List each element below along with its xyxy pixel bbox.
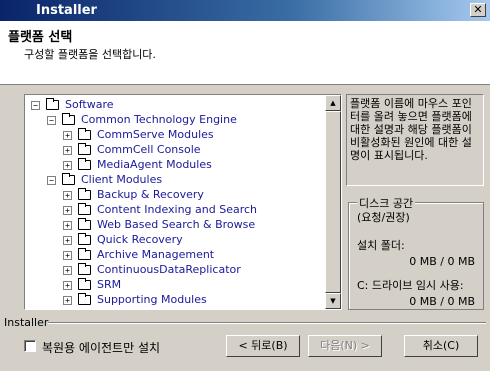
tree-item[interactable]: + MediaAgent Modules bbox=[63, 157, 212, 173]
tree-item[interactable]: + Content Indexing and Search bbox=[63, 202, 257, 218]
disk-ratio-label: (요청/권장) bbox=[357, 211, 410, 224]
collapse-icon[interactable]: − bbox=[47, 175, 56, 185]
footer-brand-label: Installer bbox=[4, 316, 49, 329]
collapse-icon[interactable]: − bbox=[31, 100, 40, 110]
tree-scrollbar[interactable]: ▲ ▼ bbox=[325, 95, 341, 309]
expand-icon[interactable]: + bbox=[63, 130, 72, 140]
restore-only-checkbox[interactable] bbox=[24, 340, 36, 352]
folder-icon bbox=[78, 203, 91, 215]
install-folder-value: 0 MB / 0 MB bbox=[409, 255, 475, 268]
collapse-icon[interactable]: − bbox=[47, 115, 56, 125]
tree-item-label[interactable]: Software bbox=[65, 97, 114, 113]
tree-item[interactable]: − Client Modules bbox=[47, 172, 162, 188]
platform-tree[interactable]: − Software − Common Technology Engine + CommS… bbox=[24, 94, 342, 310]
cancel-button[interactable]: 취소(C) bbox=[404, 335, 478, 357]
expand-icon[interactable]: + bbox=[63, 190, 72, 200]
folder-icon bbox=[78, 188, 91, 200]
folder-icon bbox=[78, 128, 91, 140]
window-title: Installer bbox=[36, 3, 97, 18]
title-bar: Installer ✕ bbox=[0, 0, 490, 21]
tree-item-label[interactable]: Supporting Modules bbox=[97, 292, 207, 308]
tree-item-label[interactable]: Web Based Search & Browse bbox=[97, 217, 255, 233]
tree-item-label[interactable]: Content Indexing and Search bbox=[97, 202, 257, 218]
tree-item-label[interactable]: MediaAgent Modules bbox=[97, 157, 212, 173]
expand-icon[interactable]: + bbox=[63, 295, 72, 305]
scroll-up-button[interactable]: ▲ bbox=[325, 95, 341, 111]
install-folder-label: 설치 폴더: bbox=[357, 239, 405, 252]
tree-item-label[interactable]: SRM bbox=[97, 277, 121, 293]
tree-item-label[interactable]: ContinuousDataReplicator bbox=[97, 262, 241, 278]
expand-icon[interactable]: + bbox=[63, 145, 72, 155]
temp-usage-value: 0 MB / 0 MB bbox=[409, 295, 475, 308]
folder-icon bbox=[46, 98, 59, 110]
tree-item-label[interactable]: CommServe Modules bbox=[97, 127, 214, 143]
tree-item[interactable]: + Quick Recovery bbox=[63, 232, 183, 248]
expand-icon[interactable]: + bbox=[63, 280, 72, 290]
tree-item-label[interactable]: Backup & Recovery bbox=[97, 187, 204, 203]
expand-icon[interactable]: + bbox=[63, 160, 72, 170]
restore-only-checkbox-label[interactable]: 복원용 에이전트만 설치 bbox=[42, 339, 160, 356]
header-panel: 플랫폼 선택 구성할 플랫폼을 선택합니다. bbox=[0, 21, 490, 85]
folder-icon bbox=[78, 158, 91, 170]
scroll-down-button[interactable]: ▼ bbox=[325, 293, 341, 309]
expand-icon[interactable]: + bbox=[63, 250, 72, 260]
tree-item[interactable]: + Archive Management bbox=[63, 247, 214, 263]
folder-icon bbox=[78, 293, 91, 305]
tree-item-label[interactable]: Common Technology Engine bbox=[81, 112, 237, 128]
scroll-thumb[interactable] bbox=[325, 111, 341, 293]
page-title: 플랫폼 선택 bbox=[8, 30, 73, 45]
next-button[interactable]: 다음(N) > bbox=[308, 335, 382, 357]
expand-icon[interactable]: + bbox=[63, 220, 72, 230]
folder-icon bbox=[62, 173, 75, 185]
folder-icon bbox=[78, 143, 91, 155]
back-button[interactable]: < 뒤로(B) bbox=[226, 335, 300, 357]
tree-item[interactable]: + Web Based Search & Browse bbox=[63, 217, 255, 233]
folder-icon bbox=[78, 248, 91, 260]
tree-item[interactable]: + SRM bbox=[63, 277, 121, 293]
tree-item[interactable]: + Supporting Modules bbox=[63, 292, 207, 308]
platform-description: 플랫폼 이름에 마우스 포인터를 올려 놓으면 플랫폼에 대한 설명과 해당 플… bbox=[346, 94, 484, 186]
expand-icon[interactable]: + bbox=[63, 265, 72, 275]
tree-item[interactable]: + ContinuousDataReplicator bbox=[63, 262, 241, 278]
tree-item-label[interactable]: Quick Recovery bbox=[97, 232, 183, 248]
tree-item-label[interactable]: Archive Management bbox=[97, 247, 214, 263]
tree-item-label[interactable]: Client Modules bbox=[81, 172, 162, 188]
tree-item-label[interactable]: CommCell Console bbox=[97, 142, 201, 158]
folder-icon bbox=[78, 278, 91, 290]
expand-icon[interactable]: + bbox=[63, 235, 72, 245]
platform-tree-items: − Software − Common Technology Engine + CommS… bbox=[25, 95, 325, 309]
folder-icon bbox=[62, 113, 75, 125]
tree-item[interactable]: + CommServe Modules bbox=[63, 127, 214, 143]
tree-item[interactable]: − Software bbox=[31, 97, 114, 113]
temp-usage-label: C: 드라이브 임시 사용: bbox=[357, 279, 464, 292]
folder-icon bbox=[78, 218, 91, 230]
folder-icon bbox=[78, 263, 91, 275]
page-subtitle: 구성할 플랫폼을 선택합니다. bbox=[24, 48, 156, 61]
tree-item[interactable]: − Common Technology Engine bbox=[47, 112, 237, 128]
close-button[interactable]: ✕ bbox=[470, 3, 486, 17]
footer-divider bbox=[48, 322, 486, 324]
tree-item[interactable]: + CommCell Console bbox=[63, 142, 201, 158]
folder-icon bbox=[78, 233, 91, 245]
disk-space-group: 디스크 공간 (요청/권장) 설치 폴더: 0 MB / 0 MB C: 드라이… bbox=[348, 195, 484, 310]
expand-icon[interactable]: + bbox=[63, 205, 72, 215]
tree-item[interactable]: + Backup & Recovery bbox=[63, 187, 204, 203]
